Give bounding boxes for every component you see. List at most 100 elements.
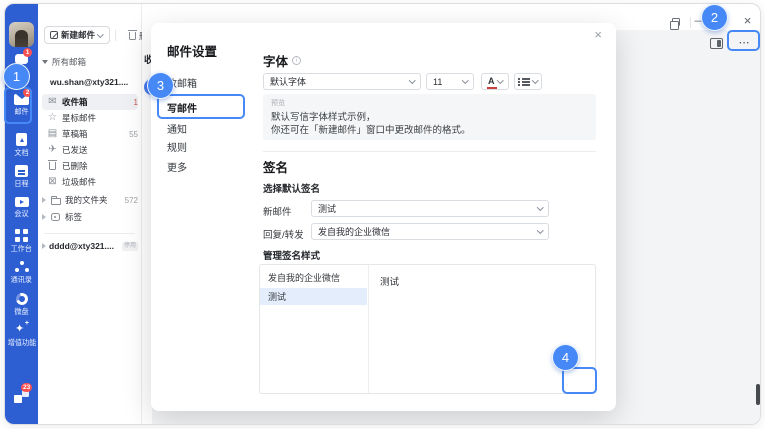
draft-icon: ▤ <box>47 129 58 139</box>
folder-row-inbox[interactable]: ✉ 收件箱 1 <box>42 94 138 110</box>
compose-label: 新建邮件 <box>61 29 95 41</box>
folder-row-drafts[interactable]: ▤ 草稿箱 55 <box>42 126 138 142</box>
pane-divider <box>44 233 135 234</box>
new-mail-label: 新邮件 <box>263 204 292 218</box>
user-avatar[interactable] <box>9 22 34 47</box>
dialog-close-button[interactable]: × <box>594 27 602 42</box>
rail-item-label: 日程 <box>14 180 28 187</box>
caret-right-icon <box>42 214 46 220</box>
folder-row-myfolders[interactable]: 我的文件夹 572 <box>42 192 138 208</box>
annotation-box-edit-button <box>562 367 597 394</box>
layout-toggle-button[interactable] <box>709 37 723 49</box>
reply-signature-select[interactable]: 发自我的企业微信 <box>311 223 549 240</box>
messages-unread-badge: 1 <box>23 48 32 57</box>
video-camera-icon <box>15 197 29 207</box>
folder-row-tags[interactable]: 标签 <box>42 209 138 225</box>
folder-count: 572 <box>125 196 138 205</box>
spark-plus-icon <box>15 324 28 336</box>
folder-count: 1 <box>134 98 138 107</box>
popout-button[interactable] <box>669 16 683 28</box>
close-window-button[interactable]: × <box>741 13 754 28</box>
rail-item-label: 会议 <box>14 210 28 217</box>
chevron-down-icon <box>537 227 543 233</box>
folder-row-sent[interactable]: ✈ 已发送 <box>42 142 138 158</box>
new-mail-signature-select[interactable]: 测试 <box>311 200 549 217</box>
chevron-down-icon <box>532 77 538 83</box>
annotation-box-more-button <box>727 30 760 51</box>
folder-row-junk[interactable]: ⊠ 垃圾邮件 <box>42 174 138 190</box>
rail-item-calendar[interactable]: 日程 <box>5 165 38 188</box>
font-preview-box: 预览 默认写信字体样式示例， 你还可在「新建邮件」窗口中更改邮件的格式。 <box>263 94 596 140</box>
choose-signature-label: 选择默认签名 <box>263 181 320 195</box>
rail-item-workbench[interactable]: 工作台 <box>5 229 38 253</box>
annotation-box-mail-rail <box>4 87 32 124</box>
org-chart-icon <box>15 261 29 273</box>
chevron-down-icon <box>497 77 503 83</box>
rail-item-label: 通讯录 <box>11 276 32 283</box>
reply-signature-value: 发自我的企业微信 <box>318 225 390 238</box>
tag-icon <box>50 213 61 221</box>
rail-item-label: 工作台 <box>11 245 32 252</box>
chevron-down-icon <box>537 204 543 210</box>
trash-icon <box>129 32 136 40</box>
dialog-title: 邮件设置 <box>167 41 217 60</box>
folder-label: 草稿箱 <box>62 128 125 140</box>
layout-icon <box>710 38 723 49</box>
app-window: 1 2 邮件 文档 日程 会议 工作 <box>4 3 761 425</box>
folder-label: 我的文件夹 <box>65 194 121 206</box>
manage-signature-label: 管理签名样式 <box>263 248 320 262</box>
trash-icon <box>47 162 58 170</box>
settings-nav-rules[interactable]: 规则 <box>167 139 187 154</box>
compose-button[interactable]: 新建邮件 <box>44 26 110 44</box>
rail-item-docs[interactable]: 文档 <box>5 133 38 157</box>
rail-item-wedrive[interactable]: 微盘 <box>5 293 38 316</box>
font-color-button[interactable]: A <box>481 73 509 90</box>
folder-row-deleted[interactable]: 已删除 <box>42 158 138 174</box>
account-status-badge: 停用 <box>122 242 138 251</box>
star-icon: ☆ <box>47 113 58 123</box>
signature-section-title: 签名 <box>263 157 288 176</box>
folder-pane: 新建邮件 删 所有邮箱 wu.shan@xty321.... ✉ 收件箱 1 <box>38 4 142 424</box>
annotation-badge-4: 4 <box>552 344 579 371</box>
font-size-select[interactable]: 11 <box>426 73 474 90</box>
preview-tag: 预览 <box>271 98 285 108</box>
font-section-title: 字体 <box>263 51 301 70</box>
rail-item-meeting[interactable]: 会议 <box>5 197 38 218</box>
account-row-primary[interactable]: wu.shan@xty321.... <box>42 74 138 90</box>
annotation-badge-3: 3 <box>147 72 174 99</box>
folder-label: 已发送 <box>62 144 138 156</box>
document-icon <box>16 133 27 146</box>
caret-right-icon <box>42 197 46 203</box>
font-family-value: 默认字体 <box>270 75 306 88</box>
account-row-secondary[interactable]: dddd@xty321.... 停用 <box>42 238 138 254</box>
settings-nav-more[interactable]: 更多 <box>167 159 187 174</box>
signature-item[interactable]: 发自我的企业微信 <box>260 269 367 286</box>
folder-label: 已删除 <box>62 160 138 172</box>
settings-nav-notifications[interactable]: 通知 <box>167 121 187 136</box>
font-size-value: 11 <box>433 77 442 87</box>
preview-line2: 你还可在「新建邮件」窗口中更改邮件的格式。 <box>271 122 471 136</box>
rail-item-premium[interactable]: 增值功能 <box>5 324 38 347</box>
signature-manage-box: 发自我的企业微信 测试 测试 <box>259 264 596 394</box>
rail-item-label: 微盘 <box>14 308 28 315</box>
annotation-badge-2: 2 <box>701 4 728 31</box>
font-title-text: 字体 <box>263 51 288 70</box>
font-family-select[interactable]: 默认字体 <box>263 73 421 90</box>
list-format-button[interactable] <box>514 73 542 90</box>
grid-icon <box>15 229 28 242</box>
rail-item-label: 文档 <box>14 149 28 156</box>
rail-item-contacts[interactable]: 通讯录 <box>5 261 38 284</box>
group-label: 所有邮箱 <box>52 56 138 68</box>
folder-row-starred[interactable]: ☆ 星标邮件 <box>42 110 138 126</box>
rail-item-label: 增值功能 <box>7 339 36 346</box>
scrollbar-thumb[interactable] <box>756 384 760 405</box>
rail-item-messages[interactable] <box>5 54 38 64</box>
junk-icon: ⊠ <box>47 177 58 187</box>
signature-preview-text: 测试 <box>380 274 399 288</box>
mailbox-group-header[interactable]: 所有邮箱 <box>42 54 138 70</box>
titlebar-divider <box>690 17 691 28</box>
rail-item-apps[interactable] <box>5 390 38 403</box>
screenshot-root: 1 2 邮件 文档 日程 会议 工作 <box>0 0 765 429</box>
close-icon: × <box>744 13 752 28</box>
signature-item-selected[interactable]: 测试 <box>260 288 367 305</box>
